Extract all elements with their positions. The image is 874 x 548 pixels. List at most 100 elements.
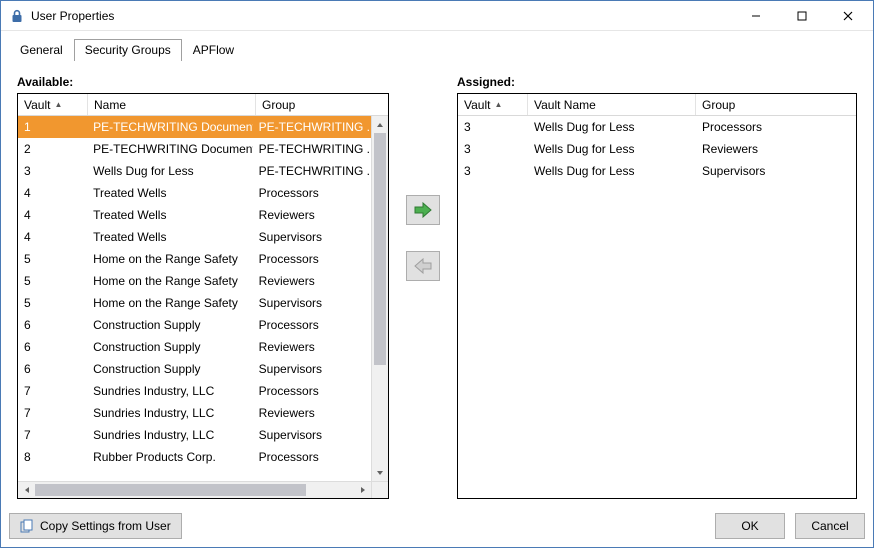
table-row[interactable]: 7Sundries Industry, LLCReviewers [18,402,371,424]
cell-vault: 3 [458,120,528,134]
add-button[interactable] [406,195,440,225]
cell-vault: 6 [18,340,87,354]
cell-group: Processors [253,384,371,398]
cell-vault: 7 [18,384,87,398]
cell-group: PE-TECHWRITING ... [253,164,371,178]
header-text: Vault [464,98,490,112]
cell-name: Wells Dug for Less [528,164,696,178]
cell-name: Home on the Range Safety [87,252,253,266]
cell-vault: 4 [18,208,87,222]
available-header-vault[interactable]: Vault ▲ [18,94,88,115]
cell-name: PE-TECHWRITING Documents [87,120,253,134]
table-row[interactable]: 1PE-TECHWRITING DocumentsPE-TECHWRITING … [18,116,371,138]
cell-vault: 8 [18,450,87,464]
table-row[interactable]: 5Home on the Range SafetyProcessors [18,248,371,270]
maximize-button[interactable] [779,2,825,30]
cell-group: Supervisors [696,164,846,178]
table-row[interactable]: 7Sundries Industry, LLCProcessors [18,380,371,402]
titlebar: User Properties [1,1,873,31]
assigned-list[interactable]: Vault ▲ Vault Name Group 3Wells Dug for … [457,93,857,499]
cell-vault: 3 [458,164,528,178]
table-row[interactable]: 2PE-TECHWRITING Documents ...PE-TECHWRIT… [18,138,371,160]
tab-security-groups[interactable]: Security Groups [74,39,182,61]
cell-vault: 4 [18,230,87,244]
window: User Properties General Security Groups … [0,0,874,548]
cell-vault: 5 [18,252,87,266]
scroll-thumb[interactable] [374,133,386,365]
cell-vault: 4 [18,186,87,200]
tabs: General Security Groups APFlow [1,31,873,61]
copy-settings-label: Copy Settings from User [40,519,171,533]
table-row[interactable]: 6Construction SupplyReviewers [18,336,371,358]
cell-name: Rubber Products Corp. [87,450,253,464]
table-row[interactable]: 3Wells Dug for LessReviewers [458,138,856,160]
table-row[interactable]: 6Construction SupplySupervisors [18,358,371,380]
cell-group: PE-TECHWRITING ... [253,120,371,134]
scroll-right-icon[interactable] [354,482,371,498]
cell-name: Wells Dug for Less [87,164,253,178]
available-scrollbar[interactable] [371,116,388,481]
scroll-up-icon[interactable] [372,116,388,133]
tab-general[interactable]: General [9,39,74,61]
cell-group: Processors [253,450,371,464]
assigned-header-vault[interactable]: Vault ▲ [458,94,528,115]
cell-vault: 6 [18,362,87,376]
cell-vault: 7 [18,428,87,442]
cell-group: Reviewers [696,142,846,156]
table-row[interactable]: 3Wells Dug for LessSupervisors [458,160,856,182]
hscroll-thumb[interactable] [35,484,306,496]
header-text: Vault [24,98,50,112]
lock-icon [9,8,25,24]
available-hscrollbar[interactable] [18,481,388,498]
cell-name: PE-TECHWRITING Documents ... [87,142,253,156]
table-row[interactable]: 8Rubber Products Corp.Processors [18,446,371,468]
table-row[interactable]: 7Sundries Industry, LLCSupervisors [18,424,371,446]
ok-button[interactable]: OK [715,513,785,539]
cell-group: Supervisors [253,230,371,244]
cell-group: Supervisors [253,362,371,376]
cell-group: Supervisors [253,428,371,442]
table-row[interactable]: 4Treated WellsProcessors [18,182,371,204]
cell-name: Wells Dug for Less [528,120,696,134]
table-row[interactable]: 5Home on the Range SafetySupervisors [18,292,371,314]
table-row[interactable]: 3Wells Dug for LessPE-TECHWRITING ... [18,160,371,182]
window-title: User Properties [31,9,114,23]
cell-name: Home on the Range Safety [87,296,253,310]
available-header-name[interactable]: Name [88,94,256,115]
remove-button[interactable] [406,251,440,281]
table-row[interactable]: 3Wells Dug for LessProcessors [458,116,856,138]
cell-group: Reviewers [253,406,371,420]
cell-vault: 1 [18,120,87,134]
cell-group: Supervisors [253,296,371,310]
copy-settings-button[interactable]: Copy Settings from User [9,513,182,539]
tab-apflow[interactable]: APFlow [182,39,245,61]
cell-group: Reviewers [253,208,371,222]
available-header-group[interactable]: Group [256,94,388,115]
scroll-down-icon[interactable] [372,464,388,481]
available-list[interactable]: Vault ▲ Name Group 1PE-TECHWRITING Docum… [17,93,389,499]
cell-vault: 3 [458,142,528,156]
assigned-label: Assigned: [457,75,857,89]
cell-name: Sundries Industry, LLC [87,428,253,442]
table-row[interactable]: 4Treated WellsSupervisors [18,226,371,248]
cell-name: Construction Supply [87,362,253,376]
cell-group: Processors [696,120,846,134]
available-header: Vault ▲ Name Group [18,94,388,116]
cell-group: Reviewers [253,340,371,354]
cell-name: Construction Supply [87,318,253,332]
assigned-header-group[interactable]: Group [696,94,856,115]
table-row[interactable]: 5Home on the Range SafetyReviewers [18,270,371,292]
table-row[interactable]: 4Treated WellsReviewers [18,204,371,226]
assigned-header-name[interactable]: Vault Name [528,94,696,115]
available-label: Available: [17,75,389,89]
cell-name: Treated Wells [87,186,253,200]
cell-vault: 5 [18,296,87,310]
cancel-button[interactable]: Cancel [795,513,865,539]
close-button[interactable] [825,2,871,30]
cell-name: Sundries Industry, LLC [87,406,253,420]
minimize-button[interactable] [733,2,779,30]
scroll-left-icon[interactable] [18,482,35,498]
cell-group: PE-TECHWRITING ... [253,142,371,156]
copy-icon [20,519,34,533]
table-row[interactable]: 6Construction SupplyProcessors [18,314,371,336]
